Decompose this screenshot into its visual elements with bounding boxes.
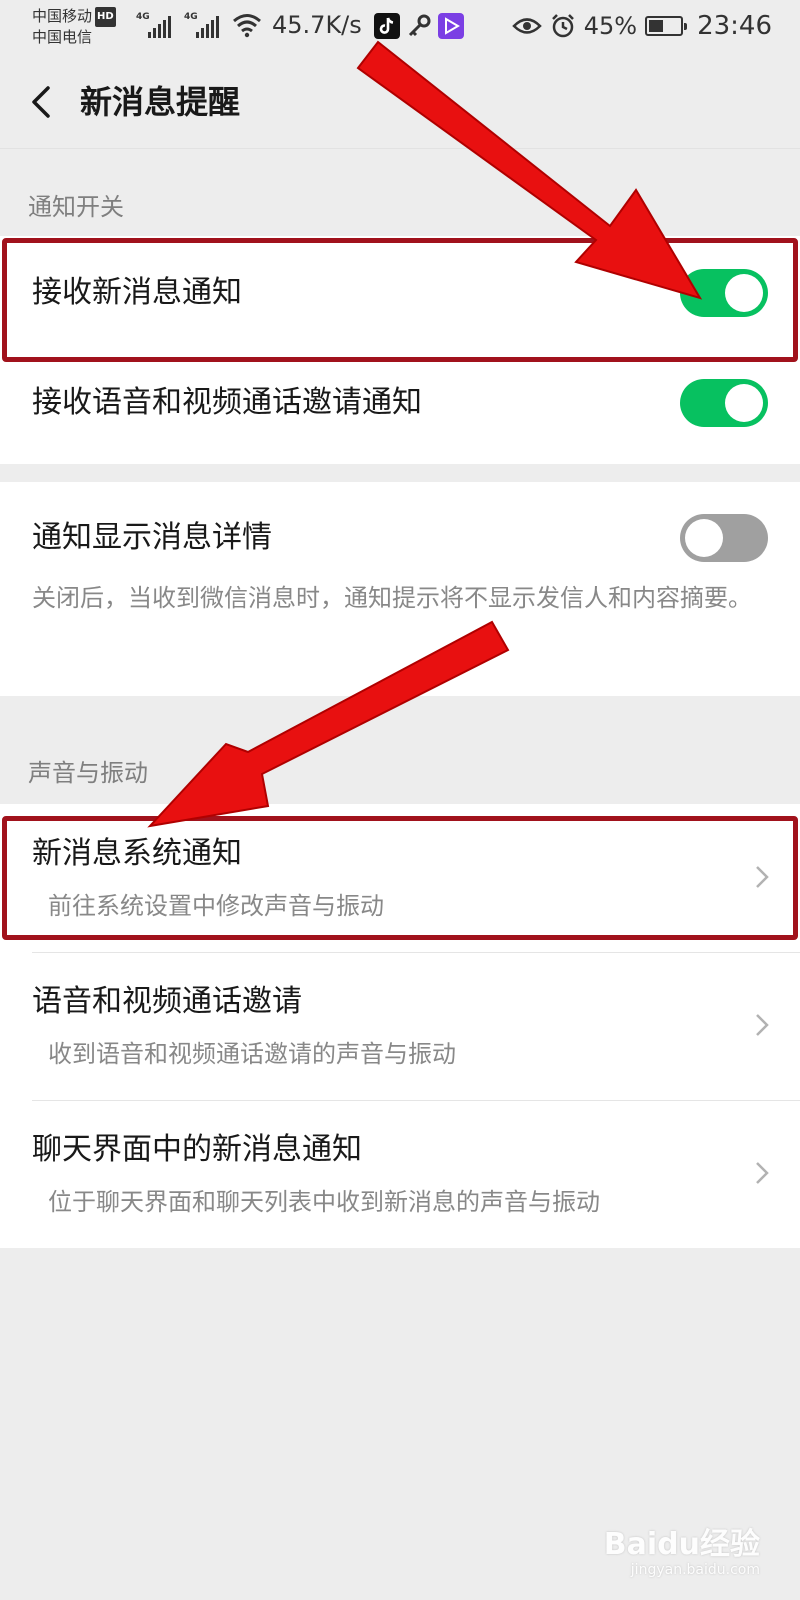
watermark: Baidu经验 jingyan.baidu.com <box>603 1527 760 1579</box>
watermark-url: jingyan.baidu.com <box>630 1562 760 1578</box>
carrier-info: 中国移动 HD 中国电信 <box>32 6 116 47</box>
show-message-detail-toggle[interactable] <box>680 514 768 562</box>
list-item-subtitle: 前往系统设置中修改声音与振动 <box>48 892 384 920</box>
key-icon <box>408 14 431 37</box>
back-arrow-icon[interactable] <box>28 82 58 122</box>
call-invite-notification-toggle[interactable] <box>680 379 768 427</box>
message-detail-card: 通知显示消息详情 关闭后，当收到微信消息时，通知提示将不显示发信人和内容摘要。 <box>0 482 800 696</box>
chevron-right-icon <box>756 1162 769 1184</box>
toggle-label: 接收语音和视频通话邀请通知 <box>32 385 422 420</box>
alarm-icon <box>551 14 574 38</box>
sound-vibration-card: 新消息系统通知 前往系统设置中修改声音与振动 语音和视频通话邀请 收到语音和视频… <box>0 804 800 1248</box>
list-item-subtitle: 位于聊天界面和聊天列表中收到新消息的声音与振动 <box>48 1188 600 1216</box>
list-item-title: 聊天界面中的新消息通知 <box>32 1132 362 1167</box>
network-speed: 45.7K/s <box>272 11 362 39</box>
wifi-icon <box>233 14 261 38</box>
carrier-1-label: 中国移动 <box>32 7 93 25</box>
status-bar: 中国移动 HD 中国电信 4G 4G 45.7K/s 45% 23:46 <box>0 0 800 52</box>
video-app-icon <box>438 13 464 39</box>
tiktok-icon <box>374 13 400 39</box>
battery-icon <box>645 16 688 36</box>
toggle-label: 接收新消息通知 <box>32 275 242 310</box>
section-header-notification-switch: 通知开关 <box>28 193 124 221</box>
list-item-title: 新消息系统通知 <box>32 836 242 871</box>
hd-badge: HD <box>95 7 116 27</box>
carrier-2-label: 中国电信 <box>32 28 93 46</box>
toggle-label: 通知显示消息详情 <box>32 520 272 555</box>
list-item-subtitle: 收到语音和视频通话邀请的声音与振动 <box>48 1040 456 1068</box>
chevron-right-icon <box>756 1014 769 1036</box>
message-detail-description: 关闭后，当收到微信消息时，通知提示将不显示发信人和内容摘要。 <box>32 584 752 612</box>
section-header-sound-vibration: 声音与振动 <box>28 759 148 787</box>
battery-percentage: 45% <box>583 12 638 40</box>
list-item-chat-notification[interactable]: 聊天界面中的新消息通知 位于聊天界面和聊天列表中收到新消息的声音与振动 <box>0 1100 800 1248</box>
receive-new-message-toggle[interactable] <box>680 269 768 317</box>
eye-icon <box>511 18 542 34</box>
list-item-title: 语音和视频通话邀请 <box>32 984 302 1019</box>
chevron-right-icon <box>756 866 769 888</box>
watermark-brand: Baidu经验 <box>603 1527 760 1562</box>
nav-bar: 新消息提醒 <box>0 52 800 149</box>
list-item-system-notification[interactable]: 新消息系统通知 前往系统设置中修改声音与振动 <box>0 804 800 952</box>
system-status: 45% 23:46 <box>511 10 772 42</box>
toggle-row-receive-new-message: 接收新消息通知 <box>0 236 800 350</box>
clock: 23:46 <box>697 11 772 41</box>
notification-switch-card: 接收新消息通知 接收语音和视频通话邀请通知 <box>0 236 800 464</box>
toggle-row-call-invite: 接收语音和视频通话邀请通知 <box>0 350 800 464</box>
page-title: 新消息提醒 <box>80 83 241 121</box>
list-item-call-invite-sound[interactable]: 语音和视频通话邀请 收到语音和视频通话邀请的声音与振动 <box>0 952 800 1100</box>
